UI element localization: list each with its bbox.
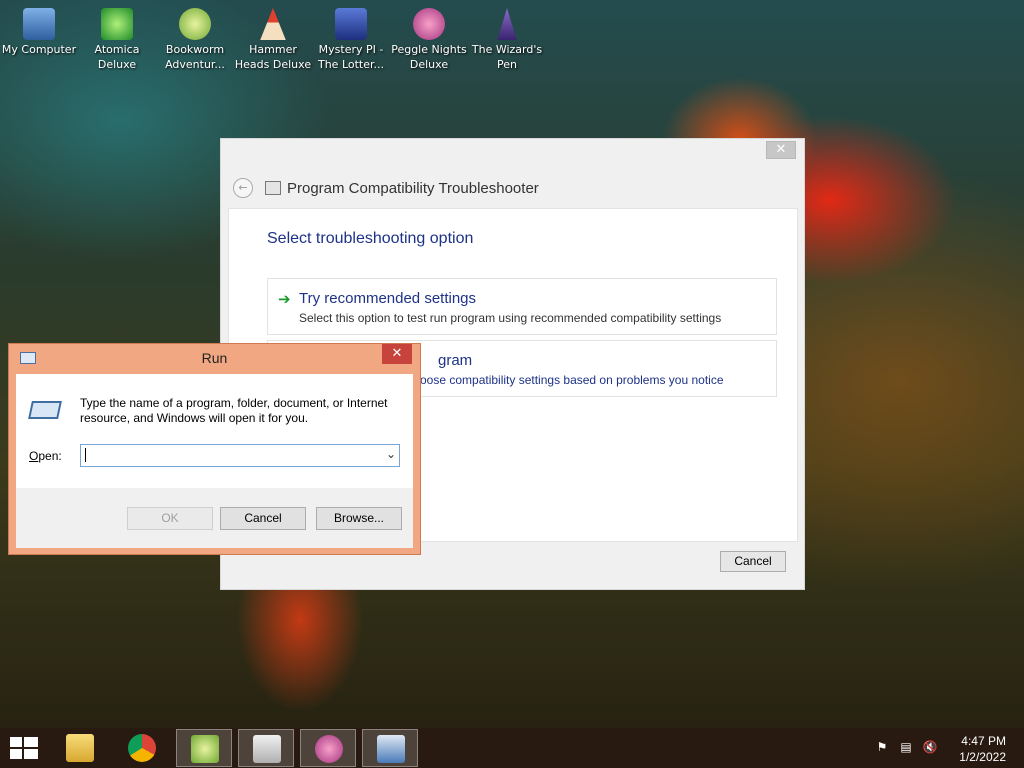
page-heading: Select troubleshooting option [267,230,474,247]
open-label: Open: [29,449,62,463]
browse-button[interactable]: Browse... [316,507,402,530]
computer-icon [23,8,55,40]
desktop-icon-bookworm[interactable]: Bookworm Adventur... [156,2,234,72]
chrome-icon [128,734,156,762]
desktop-icon-mystery-pi[interactable]: Mystery PI - The Lotter... [312,2,390,72]
taskbar-bookworm[interactable] [176,729,232,767]
run-icon [377,735,405,763]
desktop-icon-label: Mystery PI - The Lotter... [317,43,385,71]
open-label-accesskey: O [29,449,39,463]
peggle-icon [413,8,445,40]
desktop-icon-peggle-nights[interactable]: Peggle Nights Deluxe [390,2,468,72]
open-input[interactable] [85,446,379,467]
option-title: Try recommended settings [299,290,477,307]
desktop-icon-atomica-deluxe[interactable]: Atomica Deluxe [78,2,156,72]
clock-date: 1/2/2022 [959,750,1006,764]
clock[interactable]: 4:47 PM 1/2/2022 [959,733,1006,765]
taskbar-troubleshooter[interactable] [238,729,294,767]
run-description: Type the name of a program, folder, docu… [80,396,388,425]
taskbar: ⚑ ▤ 🔇 4:47 PM 1/2/2022 [0,728,1024,768]
run-upper-panel: Type the name of a program, folder, docu… [16,374,413,488]
atomica-icon [101,8,133,40]
windows-start-icon[interactable] [10,737,38,759]
desktop-icon-label: Hammer Heads Deluxe [234,43,312,71]
desktop-icon-label: Atomica Deluxe [94,43,140,71]
chevron-down-icon[interactable]: ⌄ [386,447,396,461]
ok-button[interactable]: OK [127,507,213,530]
run-close-button[interactable]: ✕ [382,344,412,364]
peggle-icon [315,735,343,763]
desktop-icon-label: Bookworm Adventur... [165,43,225,71]
desktop-icon-label: My Computer [1,43,77,56]
option-description: Select this option to test run program u… [299,311,722,325]
gnome-icon [260,8,286,40]
run-dialog: Run ✕ Type the name of a program, folder… [8,343,421,555]
file-explorer-icon [66,734,94,762]
taskbar-chrome[interactable] [114,729,170,767]
troubleshooter-icon [265,181,281,195]
text-caret [85,448,86,462]
troubleshooter-header: ← Program Compatibility Troubleshooter [233,177,539,199]
troubleshooter-icon [253,735,281,763]
option-title: gram [438,352,473,369]
network-icon[interactable]: ▤ [898,740,914,756]
desktop-icon-my-computer[interactable]: My Computer [0,2,78,57]
wizard-icon [497,8,517,40]
desktop-icon-label: Peggle Nights Deluxe [391,43,467,71]
run-client-area: Type the name of a program, folder, docu… [16,374,413,548]
run-icon [28,401,62,419]
option-try-recommended[interactable]: ➔ Try recommended settings Select this o… [267,278,777,335]
action-center-icon[interactable]: ⚑ [874,740,890,756]
taskbar-run[interactable] [362,729,418,767]
desktop-icon-label: The Wizard's Pen [471,43,543,71]
green-arrow-icon: ➔ [278,290,291,308]
window-title: Program Compatibility Troubleshooter [287,179,539,197]
bookworm-icon [191,735,219,763]
mystery-pi-icon [335,8,367,40]
cancel-button[interactable]: Cancel [220,507,306,530]
clock-time: 4:47 PM [961,734,1006,748]
volume-muted-icon[interactable]: 🔇 [922,740,938,756]
taskbar-file-explorer[interactable] [52,729,108,767]
bookworm-icon [179,8,211,40]
desktop-icon-hammer-heads[interactable]: Hammer Heads Deluxe [234,2,312,72]
option-description: oose compatibility settings based on pro… [420,373,724,387]
back-arrow-icon[interactable]: ← [233,178,253,198]
run-title: Run [201,350,228,366]
open-combobox[interactable]: ⌄ [80,444,400,467]
desktop-icon-wizards-pen[interactable]: The Wizard's Pen [468,2,546,72]
open-label-text: pen: [38,449,62,463]
troubleshooter-cancel-button[interactable]: Cancel [720,551,786,572]
taskbar-peggle[interactable] [300,729,356,767]
troubleshooter-close-button[interactable]: ✕ [766,141,796,159]
